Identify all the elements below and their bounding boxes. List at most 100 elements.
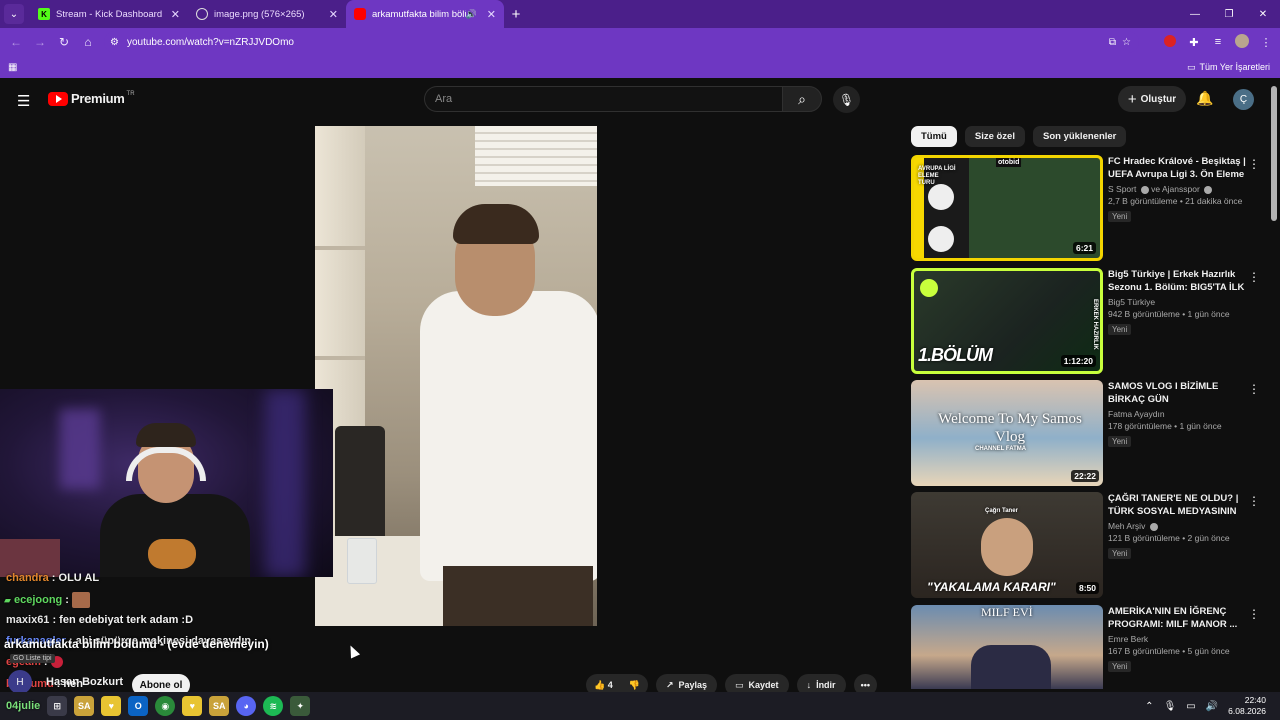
notifications-bell-icon[interactable]: 🔔 xyxy=(1196,90,1213,107)
recommended-video[interactable]: MILF EVİ AMERİKA'NIN EN İĞRENÇ PROGRAMI:… xyxy=(911,605,1266,689)
speaker-icon[interactable]: 🔊 xyxy=(466,9,477,20)
recommended-video[interactable]: Welcome To My Samos Vlog CHANNEL FATMA 2… xyxy=(911,380,1266,488)
video-thumbnail[interactable]: 1.BÖLÜM ERKEK HAZIRLIK 1:12:20 xyxy=(911,268,1103,374)
video-thumbnail[interactable]: Çağrı Taner "YAKALAMA KARARI" 8:50 xyxy=(911,492,1103,598)
display-icon[interactable]: ▭ xyxy=(1186,701,1195,712)
forward-icon[interactable]: → xyxy=(28,35,52,49)
page-scrollbar[interactable] xyxy=(1271,86,1277,221)
thumb-caption: MILF EVİ xyxy=(981,605,1033,619)
windows-start-icon[interactable]: ⊞ xyxy=(47,696,68,716)
search-button[interactable]: ⌕ xyxy=(782,86,822,112)
tab-close-icon[interactable]: ✕ xyxy=(329,8,338,21)
tab-search-button[interactable]: ⌄ xyxy=(4,4,24,24)
outlook-icon[interactable]: O xyxy=(128,696,149,716)
video-thumbnail[interactable]: Welcome To My Samos Vlog CHANNEL FATMA 2… xyxy=(911,380,1103,486)
new-tab-button[interactable]: + xyxy=(504,6,528,23)
video-title[interactable]: FC Hradec Králové - Beşiktaş | UEFA Avru… xyxy=(1108,155,1246,181)
tab-close-icon[interactable]: ✕ xyxy=(171,8,180,21)
account-avatar[interactable]: Ç xyxy=(1233,89,1254,110)
extensions-puzzle-icon[interactable]: ✚ xyxy=(1186,36,1202,49)
video-title-overlay: arkamutfakta bilim bölümü - (evde deneme… xyxy=(4,637,269,651)
new-badge: Yeni xyxy=(1108,661,1132,672)
restore-icon[interactable]: ❐ xyxy=(1212,0,1246,28)
clock[interactable]: 22:40 6.08.2026 xyxy=(1228,695,1266,717)
reload-icon[interactable]: ↻ xyxy=(52,35,76,49)
youtube-premium-logo[interactable]: Premium TR xyxy=(48,91,135,106)
search-input[interactable]: Ara xyxy=(424,86,782,112)
apps-grid-icon[interactable]: ▦ xyxy=(8,62,17,73)
recommended-video[interactable]: Çağrı Taner "YAKALAMA KARARI" 8:50 ÇAĞRI… xyxy=(911,492,1266,600)
extension-record-icon[interactable] xyxy=(1162,34,1178,50)
back-icon[interactable]: ← xyxy=(4,35,28,49)
heart-app-icon[interactable]: ♥ xyxy=(182,696,203,716)
video-meta: AMERİKA'NIN EN İĞRENÇ PROGRAMI: MILF MAN… xyxy=(1108,605,1246,674)
chrome-icon[interactable]: ◉ xyxy=(155,696,176,716)
chat-message: ▰ ecejoong: xyxy=(4,592,91,608)
video-title[interactable]: Big5 Türkiye | Erkek Hazırlık Sezonu 1. … xyxy=(1108,268,1246,294)
video-frame-coffee-machine xyxy=(335,426,385,546)
media-control-icon[interactable]: ≡ xyxy=(1210,36,1226,48)
more-options-icon[interactable]: ⋮ xyxy=(1248,157,1260,171)
tab-image-png[interactable]: image.png (576×265) ✕ xyxy=(188,0,346,28)
video-title[interactable]: SAMOS VLOG I BİZİMLE BİRKAÇ GÜN xyxy=(1108,380,1246,406)
video-title[interactable]: AMERİKA'NIN EN İĞRENÇ PROGRAMI: MILF MAN… xyxy=(1108,605,1246,631)
window-controls: — ❐ ✕ xyxy=(1178,0,1280,28)
create-button[interactable]: + Oluştur xyxy=(1118,86,1186,112)
all-bookmarks-button[interactable]: ▭ Tüm Yer İşaretleri xyxy=(1187,62,1270,73)
channel-name[interactable]: Hasan Bozkurt xyxy=(46,676,123,688)
minimize-icon[interactable]: — xyxy=(1178,0,1212,28)
chip-recent[interactable]: Son yüklenenler xyxy=(1032,126,1127,147)
tab-close-icon[interactable]: ✕ xyxy=(487,8,496,21)
tab-kick-dashboard[interactable]: K Stream - Kick Dashboard ✕ xyxy=(30,0,188,28)
video-stats: 167 B görüntüleme • 5 gün önce xyxy=(1108,646,1230,656)
video-duration: 6:21 xyxy=(1072,242,1096,254)
channel-line[interactable]: S Sport ve Ajansspor xyxy=(1108,184,1246,194)
webcam-streamer-hair xyxy=(136,423,196,447)
all-bookmarks-label: Tüm Yer İşaretleri xyxy=(1199,62,1270,72)
channel-avatar[interactable]: H xyxy=(8,670,32,694)
more-options-icon[interactable]: ⋮ xyxy=(1248,270,1260,284)
browser-menu-icon[interactable]: ⋮ xyxy=(1258,36,1274,49)
profile-avatar[interactable] xyxy=(1234,33,1250,51)
thumb-person xyxy=(981,518,1033,576)
game-icon[interactable]: ✦ xyxy=(290,696,311,716)
channel-name: Meh Arşiv xyxy=(1108,521,1146,531)
like-button[interactable]: 👍 4 xyxy=(586,680,621,691)
menu-hamburger-icon[interactable]: ☰ xyxy=(17,92,30,110)
more-options-icon[interactable]: ⋮ xyxy=(1248,607,1260,621)
download-label: İndir xyxy=(816,680,836,690)
tab-youtube-video[interactable]: arkamutfakta bilim bölüm 🔊 ✕ xyxy=(346,0,504,28)
chip-all[interactable]: Tümü xyxy=(911,126,957,147)
sa-app-icon[interactable]: SA xyxy=(74,696,95,716)
video-thumbnail[interactable]: MILF EVİ xyxy=(911,605,1103,689)
heart-app-icon[interactable]: ♥ xyxy=(101,696,122,716)
channel-name[interactable]: Emre Berk xyxy=(1108,634,1246,644)
voice-search-button[interactable]: 🎙 xyxy=(833,86,860,113)
more-options-icon[interactable]: ⋮ xyxy=(1248,382,1260,396)
channel-name[interactable]: Big5 Türkiye xyxy=(1108,297,1246,307)
chip-for-you[interactable]: Size özel xyxy=(964,126,1025,147)
url-field[interactable]: ⚙ youtube.com/watch?v=nZRJJVDOmo ⧉ ☆ xyxy=(104,31,1139,53)
verified-icon xyxy=(1204,185,1213,194)
site-info-icon[interactable]: ⚙ xyxy=(110,37,119,48)
more-options-icon[interactable]: ⋮ xyxy=(1248,494,1260,508)
tray-chevron-icon[interactable]: ⌃ xyxy=(1145,701,1153,712)
video-thumbnail[interactable]: otobid AVRUPA LİGİ ELEME TURU 6:21 xyxy=(911,155,1103,261)
home-icon[interactable]: ⌂ xyxy=(76,35,100,49)
recommended-video[interactable]: otobid AVRUPA LİGİ ELEME TURU 6:21 FC Hr… xyxy=(911,155,1266,263)
channel-name[interactable]: Fatma Ayaydın xyxy=(1108,409,1246,419)
sa-app-icon[interactable]: SA xyxy=(209,696,230,716)
video-title[interactable]: ÇAĞRI TANER'E NE OLDU? | TÜRK SOSYAL MED… xyxy=(1108,492,1246,518)
volume-icon[interactable]: 🔊 xyxy=(1206,701,1218,712)
install-app-icon[interactable]: ⧉ xyxy=(1109,37,1116,48)
dislike-button[interactable]: 👎 xyxy=(621,680,648,691)
microphone-icon[interactable]: 🎙 xyxy=(1164,701,1177,712)
recommended-video[interactable]: 1.BÖLÜM ERKEK HAZIRLIK 1:12:20 Big5 Türk… xyxy=(911,268,1266,376)
video-player[interactable] xyxy=(315,126,597,626)
spotify-icon[interactable]: ≋ xyxy=(263,696,284,716)
bookmark-star-icon[interactable]: ☆ xyxy=(1122,37,1131,48)
discord-icon[interactable]: ◕ xyxy=(236,696,257,716)
close-window-icon[interactable]: ✕ xyxy=(1246,0,1280,28)
channel-line[interactable]: Meh Arşiv xyxy=(1108,521,1246,531)
club-crest-icon xyxy=(928,226,954,252)
